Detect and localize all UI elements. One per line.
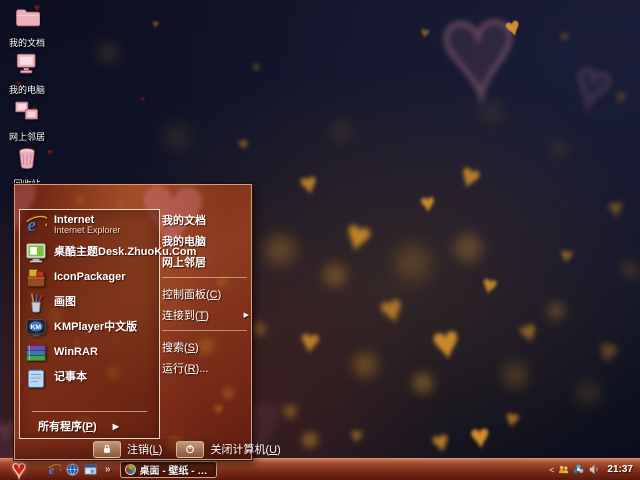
pinned-programs-list: e Internet Internet Explorer 桌酷主题Desk.ZhuoK… <box>20 210 196 390</box>
svg-text:KM: KM <box>31 323 42 330</box>
taskbar: ♥ e» 桌面 - 壁纸 - 桌酷壁... < 21:37 <box>0 455 640 480</box>
tray-update-flower-icon[interactable] <box>573 464 584 475</box>
start-menu-item[interactable]: 我的文档 <box>162 209 247 230</box>
menu-item-label: 画图 <box>54 295 76 308</box>
lock-icon <box>102 444 112 454</box>
start-menu-item-kmplayer[interactable]: KM KMPlayer中文版 <box>20 315 159 340</box>
desktop-icon-label: 我的电脑 <box>8 85 45 95</box>
heart-icon: ♥ <box>11 455 27 480</box>
log-off-button[interactable] <box>93 440 121 458</box>
menu-item-label: 记事本 <box>54 370 87 383</box>
all-programs-label: 所有程序(P) <box>38 421 97 433</box>
menu-item-label: KMPlayer中文版 <box>54 320 138 333</box>
recycle-bin-icon <box>14 145 40 171</box>
menu-separator <box>162 277 247 278</box>
quick-launch-globe-icon[interactable] <box>66 463 79 476</box>
quick-launch-window-icon[interactable] <box>84 463 97 476</box>
menu-item-label: 我的电脑 <box>162 235 206 248</box>
shut-down-label[interactable]: 关闭计算机(U) <box>210 441 280 457</box>
task-button[interactable]: 桌面 - 壁纸 - 桌酷壁... <box>119 461 217 478</box>
menu-item-label: 搜索(S) <box>162 341 199 354</box>
menu-item-label: WinRAR <box>54 345 98 358</box>
tray-volume-icon[interactable] <box>588 464 599 475</box>
menu-item-label: 运行(R)... <box>162 362 209 375</box>
tray-users-icon[interactable] <box>558 464 569 475</box>
start-menu-item-zhuoku-theme[interactable]: 桌酷主题Desk.ZhuoKu.Com <box>20 240 196 265</box>
network-places-icon <box>14 98 40 124</box>
start-menu-item-paint[interactable]: 画图 <box>20 290 159 315</box>
start-menu-left-panel: e Internet Internet Explorer 桌酷主题Desk.ZhuoK… <box>19 209 196 439</box>
start-menu-item-icon-packager[interactable]: IconPackager <box>20 265 159 290</box>
task-button-label: 桌面 - 壁纸 - 桌酷壁... <box>139 466 212 477</box>
menu-item-label: IconPackager <box>54 270 126 283</box>
start-menu-item[interactable]: 搜索(S) <box>162 336 247 357</box>
menu-item-sublabel: Internet Explorer <box>54 225 121 236</box>
desktop-icon-label: 我的文档 <box>8 38 45 48</box>
menu-item-label: 网上邻居 <box>162 256 206 269</box>
tray-icon-group <box>558 464 599 475</box>
icon-packager-icon <box>25 267 47 289</box>
internet-explorer-icon: e <box>25 214 49 236</box>
menu-item-label: Internet Internet Explorer <box>54 213 121 236</box>
menu-item-label: 控制面板(C) <box>162 288 222 301</box>
start-menu-item[interactable]: 连接到(T) ▶ <box>162 304 249 325</box>
menu-item-label: 我的文档 <box>162 214 206 227</box>
winrar-icon <box>25 342 47 364</box>
start-menu-item-notepad[interactable]: 记事本 <box>20 365 159 390</box>
all-programs-button[interactable]: 所有程序(P) ▶ <box>20 414 159 438</box>
start-menu-footer: 注销(L) 关闭计算机(U) <box>15 439 281 459</box>
zhuoku-theme-icon <box>25 242 47 264</box>
paint-icon <box>25 292 47 314</box>
kmplayer-icon: KM <box>25 317 47 339</box>
start-menu-item[interactable]: 运行(R)... <box>162 357 247 378</box>
quick-launch-overflow-chevron-icon[interactable]: » <box>105 464 111 475</box>
desktop-icon-documents-folder[interactable]: 我的文档 <box>0 4 54 49</box>
start-menu-item[interactable]: 我的电脑 <box>162 230 247 251</box>
desktop-screen: ♥♥♥♥♥♥♥♥♥♥♥♥♥♥♥♥♥♥♥♥♥♥♥♥♥♥♥♥♥♥♥♥♥♥♥♥ 我的文… <box>0 0 640 480</box>
quick-launch-internet-explorer-small-icon[interactable]: e <box>48 463 61 476</box>
color-wheel-icon <box>124 464 136 475</box>
log-off-label[interactable]: 注销(L) <box>127 441 162 457</box>
submenu-arrow-icon: ▶ <box>243 311 249 319</box>
desktop-icon-label: 网上邻居 <box>8 132 45 142</box>
notepad-icon <box>25 367 47 389</box>
shut-down-button[interactable] <box>176 440 205 458</box>
start-menu-item-winrar[interactable]: WinRAR <box>20 340 159 365</box>
menu-separator <box>162 330 247 331</box>
start-menu-item[interactable]: 网上邻居 <box>162 251 247 272</box>
start-button[interactable]: ♥ <box>0 455 38 480</box>
right-arrow-icon: ▶ <box>112 421 119 431</box>
documents-folder-icon <box>14 4 41 30</box>
start-menu-item-internet-explorer[interactable]: e Internet Internet Explorer <box>20 210 159 240</box>
menu-separator <box>32 411 147 412</box>
tray-clock: 21:37 <box>607 464 633 475</box>
desktop-icon-network-places[interactable]: 网上邻居 <box>0 98 54 143</box>
menu-item-label: 连接到(T) <box>162 309 210 322</box>
system-tray: < 21:37 <box>549 464 640 475</box>
start-menu: ♥ ♥ ♥ ♥ ♥ e Internet Internet Explorer 桌酷主题Desk… <box>14 184 281 460</box>
quick-launch-bar: e» <box>48 463 111 476</box>
start-menu-right-column: 我的文档我的电脑网上邻居控制面板(C) 连接到(T) ▶ 搜索(S) 运行(R)... <box>162 209 249 439</box>
start-menu-item[interactable]: 控制面板(C) <box>162 283 247 304</box>
tray-collapse-chevron-icon[interactable]: < <box>549 465 554 475</box>
my-computer-icon <box>14 51 40 77</box>
desktop-icon-my-computer[interactable]: 我的电脑 <box>0 51 54 96</box>
power-icon <box>185 444 195 454</box>
